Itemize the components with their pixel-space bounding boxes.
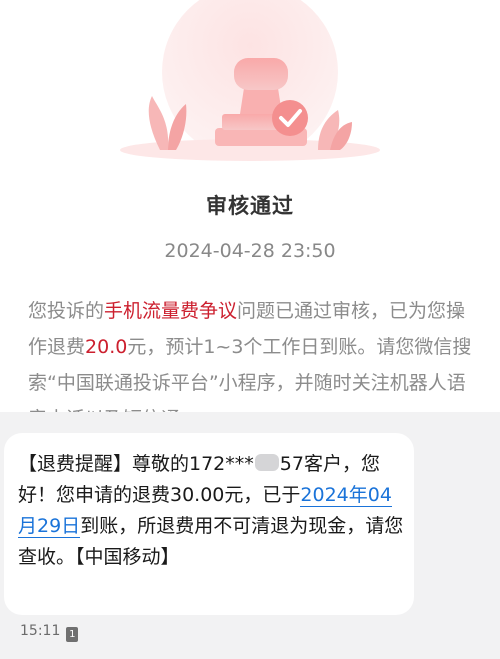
review-message: 您投诉的手机流量费争议问题已通过审核，已为您操作退费20.0元，预计1~3个工作…	[28, 293, 478, 420]
message-time: 15:11	[20, 623, 61, 639]
approval-stamp-illustration	[120, 0, 380, 161]
sim-card-icon: 1	[66, 627, 79, 642]
review-card: 审核通过 2024-04-28 23:50 您投诉的手机流量费争议问题已通过审核…	[0, 0, 500, 420]
sms-message: 【退费提醒】尊敬的172*** 57客户，您好！您申请的退费30.00元，已于20…	[18, 449, 406, 573]
review-text-1: 您投诉的	[28, 300, 105, 322]
sms-text-1: 【退费提醒】尊敬的172***	[18, 453, 254, 475]
issue-highlight: 手机流量费争议	[104, 300, 238, 322]
redacted-number	[254, 454, 279, 471]
review-title: 审核通过	[206, 194, 294, 218]
review-datetime: 2024-04-28 23:50	[164, 240, 336, 262]
amount-highlight: 20.0	[85, 336, 128, 358]
message-meta: 15:11 1	[20, 623, 79, 642]
